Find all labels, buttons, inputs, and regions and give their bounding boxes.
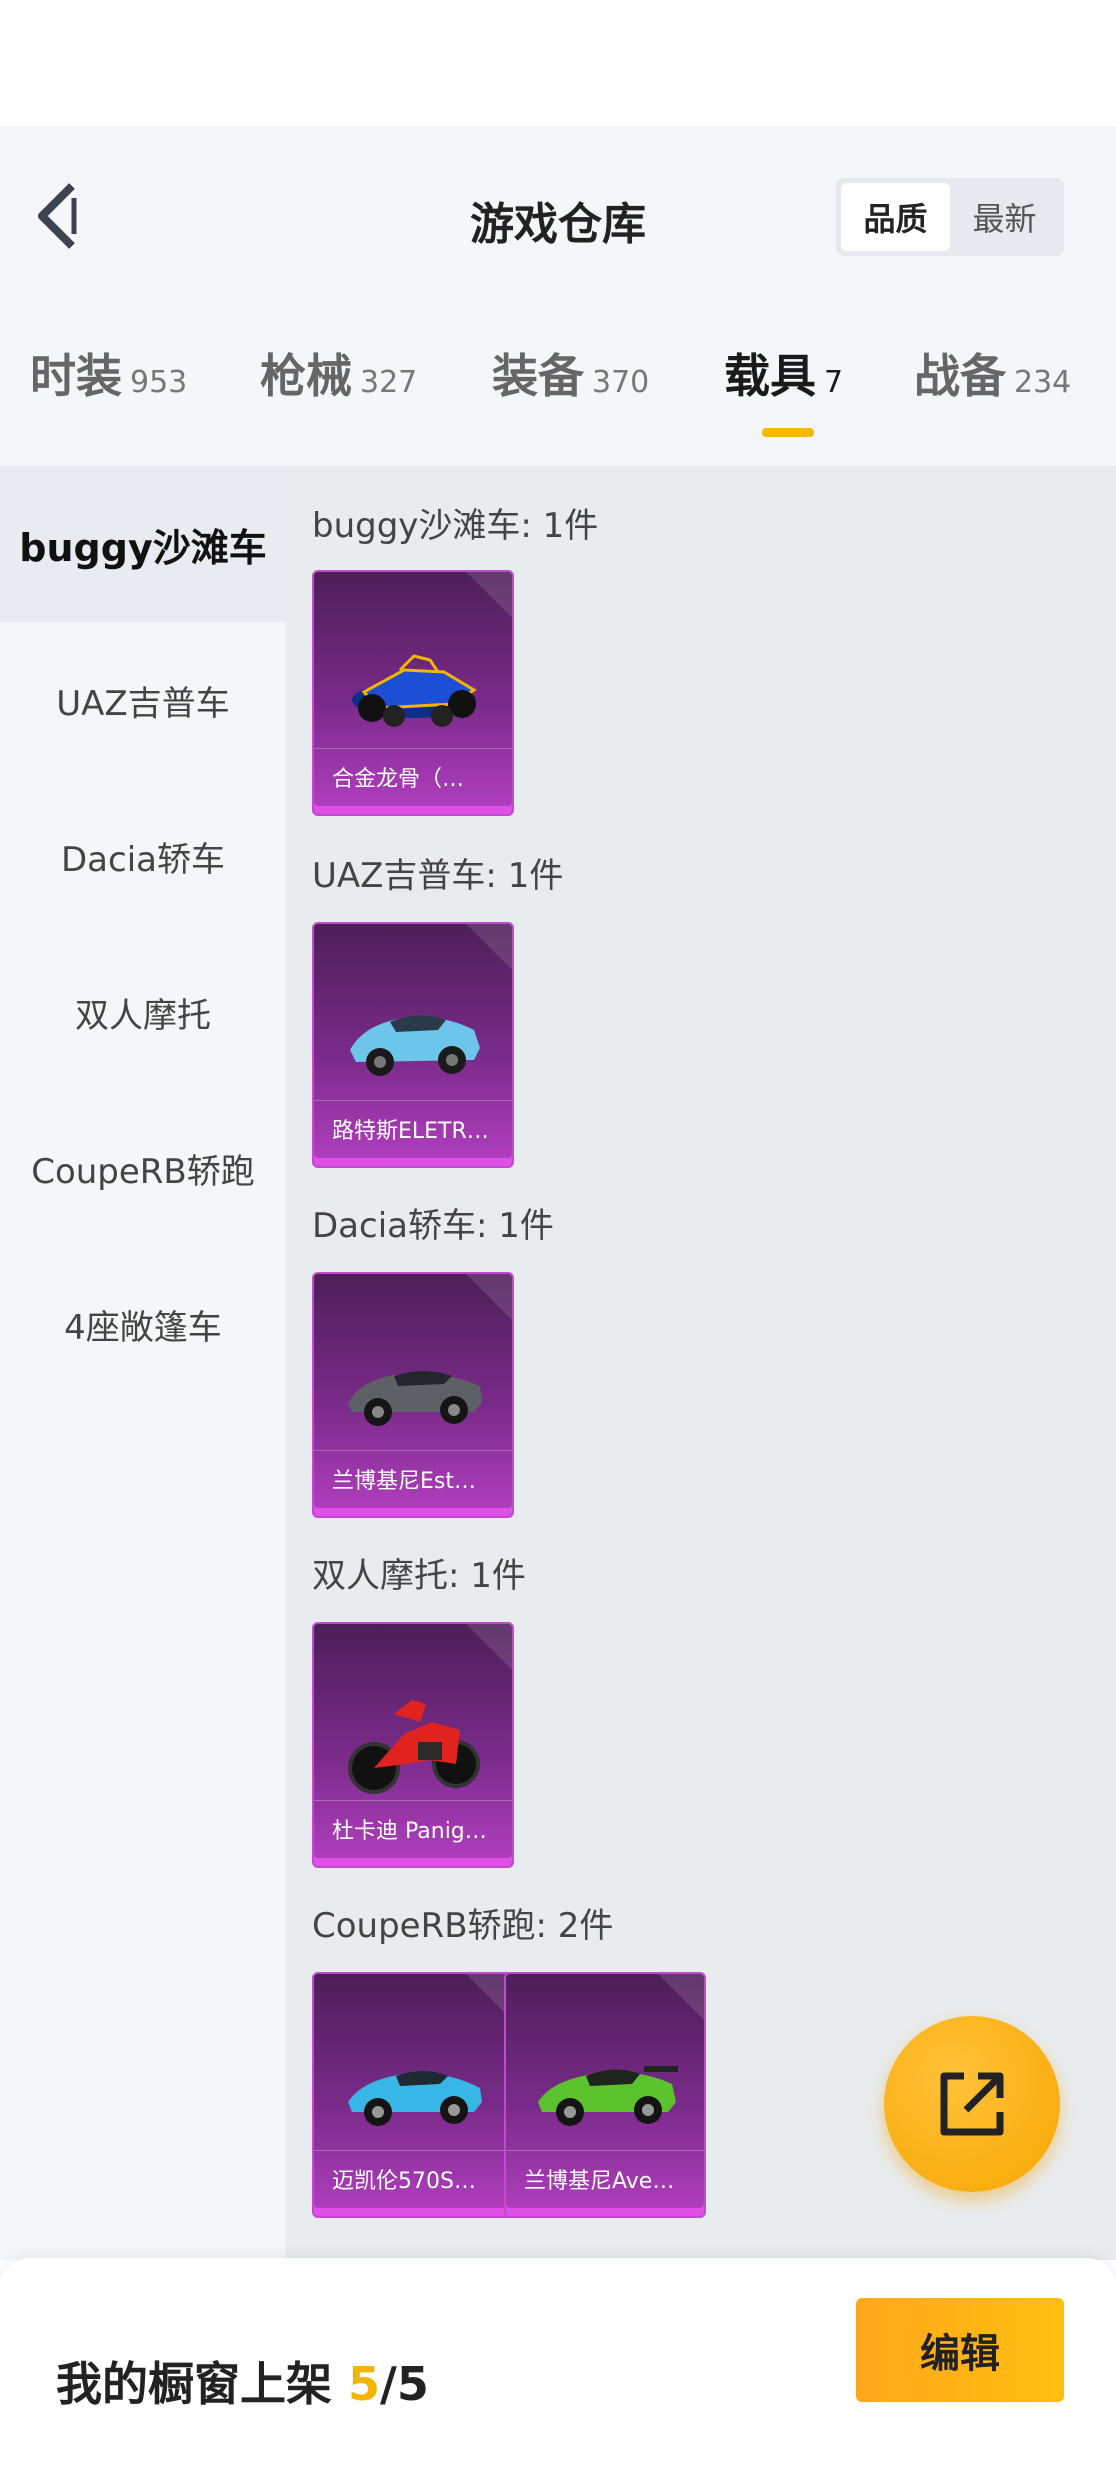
lamborghini-green-image <box>538 2066 678 2126</box>
sidebar-item-buggy[interactable]: buggy沙滩车 <box>0 466 286 622</box>
group-title: CoupeRB轿跑: 2件 <box>312 1906 614 1946</box>
mclaren-car-image <box>348 2071 482 2126</box>
group-title: UAZ吉普车: 1件 <box>312 856 564 896</box>
vehicle-card[interactable]: 迈凯伦570S… <box>312 1972 514 2218</box>
tab-vehicles[interactable]: 载具 7 <box>724 340 843 440</box>
showcase-current: 5 <box>348 2357 381 2411</box>
sidebar-item-uaz[interactable]: UAZ吉普车 <box>0 622 286 778</box>
sidebar-item-convertible[interactable]: 4座敞篷车 <box>0 1246 286 1402</box>
game-warehouse-screen: 游戏仓库 品质 最新 时装 953 枪械 327 装备 370 载具 7 战备 … <box>0 0 1116 2484</box>
lotus-car-image <box>350 1015 480 1076</box>
share-button[interactable] <box>884 2016 1060 2192</box>
vehicle-name: 兰博基尼Est… <box>314 1450 512 1506</box>
vehicle-card[interactable]: 兰博基尼Ave… <box>504 1972 706 2218</box>
tab-count: 327 <box>360 365 418 400</box>
edit-button[interactable]: 编辑 <box>856 2298 1064 2402</box>
bottom-bar: 我的橱窗上架 5/5 编辑 <box>0 2258 1116 2484</box>
vehicle-list: buggy沙滩车: 1件 合金龙骨（… UAZ吉普车: 1件 路特斯ELETR… <box>286 466 1116 2260</box>
sidebar: buggy沙滩车 UAZ吉普车 Dacia轿车 双人摩托 CoupeRB轿跑 4… <box>0 466 286 2260</box>
vehicle-card[interactable]: 路特斯ELETR… <box>312 922 514 1168</box>
tab-count: 370 <box>592 365 650 400</box>
sort-quality-button[interactable]: 品质 <box>841 183 950 251</box>
tab-fashion[interactable]: 时装 953 <box>30 340 187 440</box>
vehicle-card[interactable]: 兰博基尼Est… <box>312 1272 514 1518</box>
tab-supplies[interactable]: 战备 234 <box>914 340 1071 440</box>
vehicle-name: 路特斯ELETR… <box>314 1100 512 1156</box>
vehicle-name: 杜卡迪 Panig… <box>314 1800 512 1856</box>
tab-label: 装备 <box>492 349 584 403</box>
vehicle-name: 兰博基尼Ave… <box>506 2150 704 2206</box>
tab-equipment[interactable]: 装备 370 <box>492 340 649 440</box>
tab-count: 7 <box>824 365 844 400</box>
tab-count: 234 <box>1014 365 1072 400</box>
tab-guns[interactable]: 枪械 327 <box>260 340 417 440</box>
buggy-image <box>352 654 477 727</box>
group-title: Dacia轿车: 1件 <box>312 1206 554 1246</box>
showcase-total: /5 <box>380 2357 429 2411</box>
tab-label: 载具 <box>724 349 816 403</box>
sidebar-item-coupe[interactable]: CoupeRB轿跑 <box>0 1090 286 1246</box>
sidebar-item-motorcycle[interactable]: 双人摩托 <box>0 934 286 1090</box>
vehicle-name: 合金龙骨（… <box>314 748 512 804</box>
sort-newest-button[interactable]: 最新 <box>950 183 1059 251</box>
showcase-status: 我的橱窗上架 5/5 <box>56 2348 429 2414</box>
group-title: 双人摩托: 1件 <box>312 1556 526 1596</box>
vehicle-card[interactable]: 合金龙骨（… <box>312 570 514 816</box>
ducati-motorcycle-image <box>348 1700 480 1794</box>
tab-count: 953 <box>130 365 188 400</box>
active-tab-indicator <box>762 428 814 437</box>
sort-toggle: 品质 最新 <box>836 178 1064 256</box>
tab-label: 枪械 <box>260 349 352 403</box>
sidebar-item-dacia[interactable]: Dacia轿车 <box>0 778 286 934</box>
external-link-icon <box>940 2072 1004 2136</box>
group-title: buggy沙滩车: 1件 <box>312 506 599 546</box>
showcase-label: 我的橱窗上架 <box>56 2357 349 2411</box>
vehicle-name: 迈凯伦570S… <box>314 2150 512 2206</box>
vehicle-card[interactable]: 杜卡迪 Panig… <box>312 1622 514 1868</box>
tab-label: 时装 <box>30 349 122 403</box>
lamborghini-grey-image <box>348 1371 482 1426</box>
category-tabs: 时装 953 枪械 327 装备 370 载具 7 战备 234 <box>0 340 1116 440</box>
tab-label: 战备 <box>914 349 1006 403</box>
